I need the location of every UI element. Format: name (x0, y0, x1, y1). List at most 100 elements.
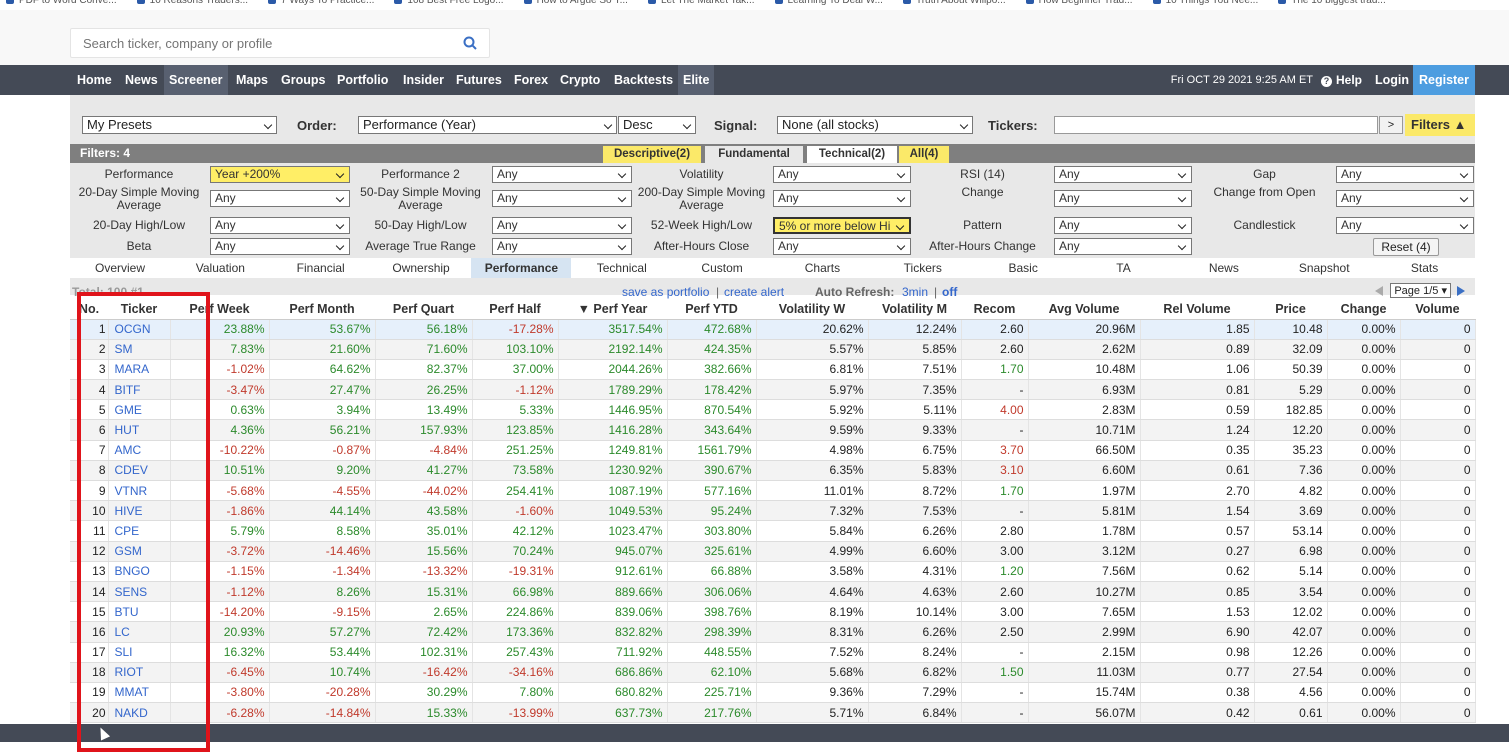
view-tab-performance[interactable]: Performance (471, 258, 572, 278)
column-header[interactable]: Change (1327, 299, 1400, 320)
filter-select[interactable]: Any (210, 238, 350, 255)
table-row[interactable]: 15 BTU -14.20% -9.15% 2.65% 224.86% 839.06% 398… (70, 601, 1476, 623)
view-tab-overview[interactable]: Overview (70, 258, 170, 278)
filter-select[interactable]: Any (1054, 166, 1192, 183)
bookmark-item[interactable]: Let The Market Tak... (647, 0, 755, 6)
view-tab-ownership[interactable]: Ownership (371, 258, 471, 278)
view-tab-technical[interactable]: Technical (572, 258, 672, 278)
nav-elite[interactable]: Elite (678, 65, 715, 95)
table-row[interactable]: 10 HIVE -1.86% 44.14% 43.58% -1.60% 1049.53% 95… (70, 500, 1476, 522)
table-row[interactable]: 6 HUT 4.36% 56.21% 157.93% 123.85% 1416.28% 343… (70, 419, 1476, 441)
view-tab-snapshot[interactable]: Snapshot (1274, 258, 1374, 278)
bookmark-item[interactable]: How to Argue So Y... (523, 0, 628, 6)
bookmark-item[interactable]: 10 Things You Nee... (1152, 0, 1258, 6)
filter-select[interactable]: Any (1336, 217, 1474, 234)
filter-select[interactable]: Any (492, 190, 632, 207)
filter-select[interactable]: Any (1054, 238, 1192, 255)
bookmark-item[interactable]: How Beginner Trad... (1025, 0, 1133, 6)
column-header[interactable]: Perf YTD (667, 299, 756, 320)
help-link[interactable]: ? Help (1321, 65, 1362, 95)
auto-refresh-off[interactable]: off (942, 285, 957, 299)
column-header[interactable]: Recom (961, 299, 1028, 320)
table-row[interactable]: 13 BNGO -1.15% -1.34% -13.32% -19.31% 912.61% 6… (70, 561, 1476, 582)
filter-select[interactable]: Any (1336, 190, 1474, 207)
column-header[interactable]: Perf Month (269, 299, 375, 320)
table-row[interactable]: 2 SM 7.83% 21.60% 71.60% 103.10% 2192.14% 424.3… (70, 339, 1476, 360)
bookmark-item[interactable]: Truth About Willpo... (902, 0, 1006, 6)
register-button[interactable]: Register (1413, 65, 1475, 95)
page-select[interactable]: Page 1/5 ▾ (1390, 283, 1451, 298)
table-row[interactable]: 16 LC 20.93% 57.27% 72.42% 173.36% 832.82% 298.… (70, 621, 1476, 643)
nav-crypto[interactable]: Crypto (555, 65, 605, 95)
table-row[interactable]: 7 AMC -10.22% -0.87% -4.84% 251.25% 1249.81% 15… (70, 440, 1476, 461)
reset-button[interactable]: Reset (4) (1373, 238, 1439, 256)
tickers-input[interactable] (1054, 116, 1378, 134)
view-tab-tickers[interactable]: Tickers (873, 258, 973, 278)
column-header[interactable]: Perf Half (472, 299, 558, 320)
filter-select[interactable]: 5% or more below Hi (773, 217, 911, 234)
tab-fundamental[interactable]: Fundamental (705, 146, 803, 163)
filter-select[interactable]: Any (210, 190, 350, 207)
nav-forex[interactable]: Forex (509, 65, 553, 95)
tab-descriptive[interactable]: Descriptive(2) (603, 146, 701, 163)
view-tab-custom[interactable]: Custom (672, 258, 772, 278)
table-row[interactable]: 9 VTNR -5.68% -4.55% -44.02% 254.41% 1087.19% 5… (70, 480, 1476, 502)
column-header[interactable]: Volume (1400, 299, 1475, 320)
search-icon[interactable] (463, 36, 477, 50)
filter-select[interactable]: Any (1054, 190, 1192, 207)
column-header[interactable]: Perf Quart (375, 299, 472, 320)
column-header[interactable]: Volatility M (868, 299, 961, 320)
bookmark-item[interactable]: 108 Best Free Logo... (394, 0, 504, 6)
table-row[interactable]: 14 SENS -1.12% 8.26% 15.31% 66.98% 889.66% 306.… (70, 581, 1476, 603)
table-row[interactable]: 17 SLI 16.32% 53.44% 102.31% 257.43% 711.92% 44… (70, 642, 1476, 663)
tab-all[interactable]: All(4) (899, 146, 949, 163)
nav-futures[interactable]: Futures (451, 65, 507, 95)
signal-select[interactable]: None (all stocks) (777, 116, 973, 134)
column-header[interactable]: Avg Volume (1028, 299, 1140, 320)
save-portfolio-link[interactable]: save as portfolio (622, 285, 709, 299)
create-alert-link[interactable]: create alert (724, 285, 784, 299)
filter-select[interactable]: Any (1336, 166, 1474, 183)
login-link[interactable]: Login (1375, 65, 1409, 95)
bookmark-item[interactable]: 7 Ways To Practice... (268, 0, 374, 6)
nav-groups[interactable]: Groups (276, 65, 330, 95)
table-row[interactable]: 11 CPE 5.79% 8.58% 35.01% 42.12% 1023.47% 303.8… (70, 520, 1476, 542)
nav-insider[interactable]: Insider (398, 65, 449, 95)
auto-refresh-3min[interactable]: 3min (902, 285, 928, 299)
filters-toggle-button[interactable]: Filters ▲ (1405, 114, 1475, 136)
bookmark-item[interactable]: Learning To Deal W... (774, 0, 883, 6)
filter-select[interactable]: Any (492, 166, 632, 183)
bookmark-item[interactable]: The 10 biggest trad... (1278, 0, 1386, 6)
filter-select[interactable]: Any (773, 166, 911, 183)
prev-page-icon[interactable] (1375, 286, 1383, 296)
nav-screener[interactable]: Screener (164, 65, 228, 95)
search-box[interactable] (70, 28, 490, 58)
direction-select[interactable]: Desc (618, 116, 696, 134)
column-header[interactable]: ▼ Perf Year (558, 299, 667, 320)
view-tab-news[interactable]: News (1174, 258, 1274, 278)
view-tab-financial[interactable]: Financial (271, 258, 371, 278)
table-row[interactable]: 12 GSM -3.72% -14.46% 15.56% 70.24% 945.07% 325… (70, 541, 1476, 562)
nav-maps[interactable]: Maps (231, 65, 273, 95)
tickers-go-button[interactable]: > (1379, 116, 1403, 134)
search-input[interactable] (71, 29, 451, 57)
column-header[interactable]: Rel Volume (1140, 299, 1254, 320)
view-tab-ta[interactable]: TA (1074, 258, 1174, 278)
view-tab-charts[interactable]: Charts (772, 258, 872, 278)
filter-select[interactable]: Any (492, 217, 632, 234)
view-tab-valuation[interactable]: Valuation (170, 258, 270, 278)
column-header[interactable]: Price (1254, 299, 1327, 320)
filter-select[interactable]: Any (1054, 217, 1192, 234)
nav-backtests[interactable]: Backtests (609, 65, 678, 95)
tab-technical[interactable]: Technical(2) (807, 146, 897, 163)
filter-select[interactable]: Any (210, 217, 350, 234)
nav-home[interactable]: Home (72, 65, 117, 95)
filter-select[interactable]: Any (773, 238, 911, 255)
table-row[interactable]: 19 MMAT -3.80% -20.28% 30.29% 7.80% 680.82% 225… (70, 682, 1476, 704)
nav-portfolio[interactable]: Portfolio (332, 65, 393, 95)
next-page-icon[interactable] (1457, 286, 1466, 296)
table-row[interactable]: 1 OCGN 23.88% 53.67% 56.18% -17.28% 3517.54% 47… (70, 319, 1476, 340)
table-row[interactable]: 8 CDEV 10.51% 9.20% 41.27% 73.58% 1230.92% 390.… (70, 460, 1476, 482)
table-row[interactable]: 20 NAKD -6.28% -14.84% 15.33% -13.99% 637.73% 2… (70, 702, 1476, 724)
table-row[interactable]: 18 RIOT -6.45% 10.74% -16.42% -34.16% 686.86% 6… (70, 662, 1476, 683)
